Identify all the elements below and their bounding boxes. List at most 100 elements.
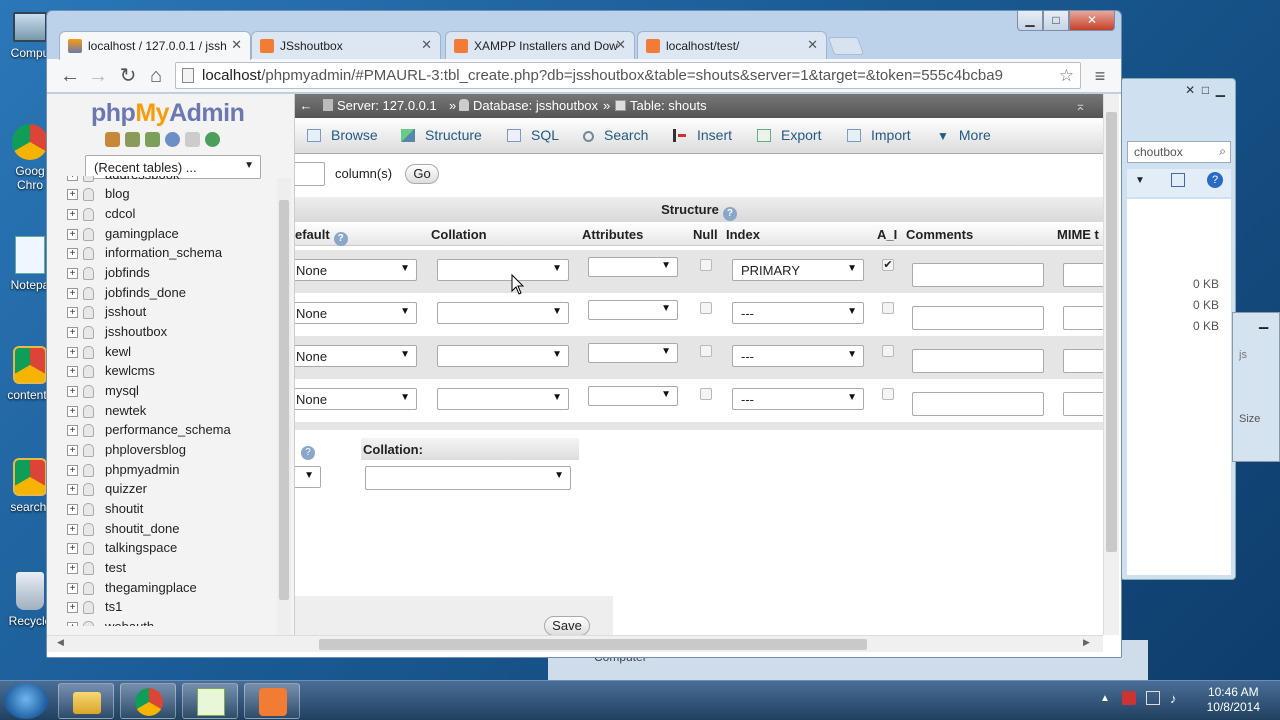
collation-select[interactable]: ▼: [437, 259, 569, 281]
auto-increment-checkbox[interactable]: [882, 345, 894, 357]
mime-select[interactable]: [1063, 392, 1103, 416]
expand-icon[interactable]: +: [67, 524, 78, 535]
expand-icon[interactable]: +: [67, 602, 78, 613]
reload-nav-icon[interactable]: [205, 132, 220, 147]
expand-icon[interactable]: +: [67, 425, 78, 436]
volume-icon[interactable]: ♪: [1170, 691, 1177, 706]
docs-icon[interactable]: [165, 132, 180, 147]
expand-icon[interactable]: +: [67, 288, 78, 299]
nav-scrollbar[interactable]: [277, 178, 291, 635]
help-icon[interactable]: ?: [301, 446, 315, 460]
breadcrumb-database[interactable]: Database: jsshoutbox: [459, 94, 598, 118]
expand-icon[interactable]: +: [67, 248, 78, 259]
expand-icon[interactable]: +: [67, 445, 78, 456]
new-tab-button[interactable]: [827, 37, 865, 55]
collation-select[interactable]: ▼: [437, 388, 569, 410]
null-checkbox[interactable]: [700, 259, 712, 271]
null-checkbox[interactable]: [700, 345, 712, 357]
mime-select[interactable]: [1063, 306, 1103, 330]
tab-search[interactable]: Search: [583, 127, 648, 143]
tab-phpmyadmin[interactable]: localhost / 127.0.0.1 / jssh ✕: [59, 31, 251, 60]
query-icon[interactable]: [145, 132, 160, 147]
star-icon[interactable]: ☆: [1054, 63, 1074, 88]
expand-icon[interactable]: +: [67, 327, 78, 338]
help-icon[interactable]: ?: [722, 207, 737, 221]
index-select[interactable]: --- ▼: [732, 388, 864, 410]
expand-icon[interactable]: +: [67, 268, 78, 279]
tab-more[interactable]: ▼ More: [937, 127, 991, 143]
clock[interactable]: 10:46 AM 10/8/2014: [1207, 685, 1260, 715]
expand-icon[interactable]: +: [67, 406, 78, 417]
close-tab-icon[interactable]: ✕: [421, 37, 432, 53]
default-select[interactable]: None ▼: [295, 388, 417, 410]
scroll-left-icon[interactable]: ◀: [57, 637, 64, 648]
expand-icon[interactable]: +: [67, 484, 78, 495]
expand-icon[interactable]: +: [67, 366, 78, 377]
table-collation-select[interactable]: ▼: [365, 466, 571, 490]
attributes-select[interactable]: ▼: [588, 343, 678, 363]
expand-icon[interactable]: +: [67, 504, 78, 515]
home-icon[interactable]: [105, 132, 120, 147]
horizontal-scrollbar-thumb[interactable]: [319, 639, 867, 650]
breadcrumb-server[interactable]: Server: 127.0.0.1: [323, 94, 437, 118]
expand-icon[interactable]: +: [67, 583, 78, 594]
tab-jsshoutbox[interactable]: JSshoutbox ✕: [251, 31, 441, 59]
tab-sql[interactable]: SQL: [507, 127, 559, 143]
attributes-select[interactable]: ▼: [588, 386, 678, 406]
attributes-select[interactable]: ▼: [588, 300, 678, 320]
null-checkbox[interactable]: [700, 302, 712, 314]
index-select[interactable]: PRIMARY ▼: [732, 259, 864, 281]
null-checkbox[interactable]: [700, 388, 712, 400]
default-select[interactable]: None ▼: [295, 302, 417, 324]
expand-icon[interactable]: +: [67, 307, 78, 318]
auto-increment-checkbox[interactable]: [882, 388, 894, 400]
reload-button[interactable]: ↻: [115, 63, 141, 89]
expand-icon[interactable]: +: [67, 386, 78, 397]
expand-icon[interactable]: +: [67, 229, 78, 240]
taskbar-explorer[interactable]: [58, 683, 114, 719]
expand-icon[interactable]: +: [67, 622, 78, 626]
expand-icon[interactable]: +: [67, 189, 78, 200]
settings-icon[interactable]: [185, 132, 200, 147]
auto-increment-checkbox[interactable]: ✔: [882, 259, 894, 271]
comments-input[interactable]: [912, 349, 1044, 373]
taskbar-notepadpp[interactable]: [182, 683, 238, 719]
attributes-select[interactable]: ▼: [588, 257, 678, 277]
tab-insert[interactable]: Insert: [673, 127, 732, 143]
close-tab-icon[interactable]: ✕: [807, 37, 818, 53]
mime-select[interactable]: [1063, 349, 1103, 373]
auto-increment-checkbox[interactable]: [882, 302, 894, 314]
collapse-icon[interactable]: ⌅: [1075, 94, 1086, 118]
close-tab-icon[interactable]: ✕: [231, 37, 242, 53]
storage-engine-select[interactable]: ▼: [295, 466, 321, 488]
minimize-button[interactable]: ▁: [1017, 11, 1043, 31]
tab-export[interactable]: Export: [757, 127, 821, 143]
action-center-icon[interactable]: [1122, 691, 1136, 705]
expand-icon[interactable]: +: [67, 465, 78, 476]
mime-select[interactable]: [1063, 263, 1103, 287]
breadcrumb-table[interactable]: Table: shouts: [615, 94, 707, 118]
scroll-right-icon[interactable]: ▶: [1083, 637, 1090, 648]
start-button[interactable]: [4, 683, 48, 719]
horizontal-scrollbar[interactable]: ◀ ▶: [47, 635, 1103, 652]
tab-import[interactable]: Import: [847, 127, 911, 143]
tab-xampp-installers[interactable]: XAMPP Installers and Dow ✕: [445, 31, 635, 59]
save-button[interactable]: Save: [544, 616, 590, 635]
index-select[interactable]: --- ▼: [732, 345, 864, 367]
expand-icon[interactable]: +: [67, 176, 78, 181]
address-bar[interactable]: localhost/phpmyadmin/#PMAURL-3:tbl_creat…: [175, 62, 1081, 89]
default-select[interactable]: None ▼: [295, 345, 417, 367]
go-button[interactable]: Go: [405, 164, 439, 184]
main-scrollbar[interactable]: [1103, 94, 1119, 635]
maximize-button[interactable]: □: [1043, 11, 1069, 31]
close-tab-icon[interactable]: ✕: [615, 37, 626, 53]
back-arrow-icon[interactable]: ←: [297, 94, 315, 118]
expand-icon[interactable]: +: [67, 347, 78, 358]
close-window-button[interactable]: ✕: [1069, 11, 1115, 31]
nav-scrollbar-thumb[interactable]: [279, 200, 289, 600]
menu-icon[interactable]: ≡: [1087, 63, 1113, 89]
tab-browse[interactable]: Browse: [307, 127, 378, 143]
taskbar-xampp[interactable]: [244, 683, 300, 719]
phpmyadmin-logo[interactable]: phpMyAdmin: [91, 99, 245, 128]
network-icon[interactable]: [1146, 691, 1160, 705]
